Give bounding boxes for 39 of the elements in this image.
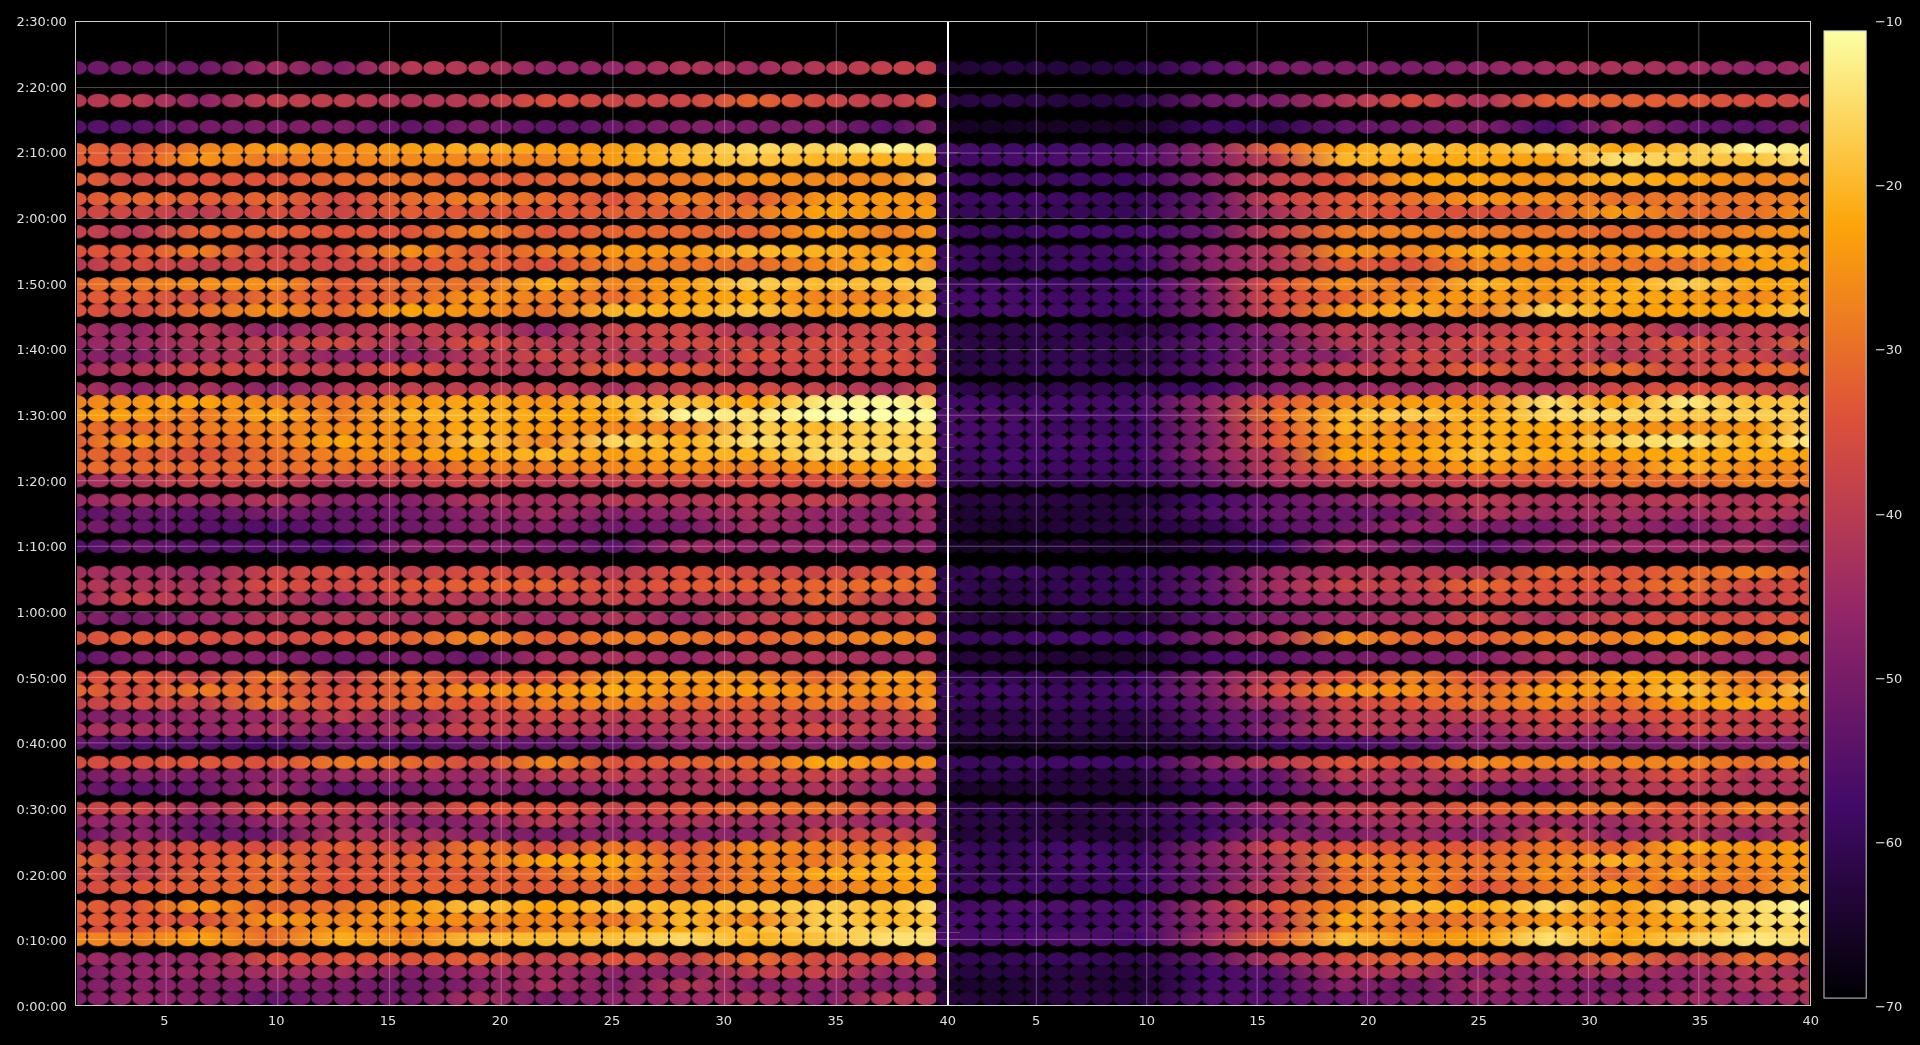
y-tick-label: 1:00:00 — [16, 605, 67, 619]
x-tick-label: 40 — [939, 1014, 956, 1027]
colorbar-tick-label: −40 — [1874, 507, 1903, 520]
y-tick-label: 0:10:00 — [16, 933, 67, 947]
y-tick-label: 1:40:00 — [16, 342, 67, 356]
y-tick-label: 1:50:00 — [16, 277, 67, 291]
x-tick-label: 25 — [1470, 1014, 1488, 1027]
y-tick-label: 0:50:00 — [16, 671, 67, 685]
x-tick-label: 10 — [1138, 1014, 1156, 1027]
y-tick-label: 1:20:00 — [16, 474, 67, 488]
x-tick-label: 25 — [603, 1014, 621, 1027]
y-tick-label: 0:00:00 — [16, 999, 67, 1013]
x-tick-label: 20 — [491, 1014, 509, 1027]
colorbar-tick-label: −30 — [1874, 342, 1903, 356]
y-tick-label: 1:30:00 — [16, 408, 67, 422]
colorbar-tick-label: −60 — [1874, 835, 1903, 849]
colorbar-tick-label: −70 — [1874, 999, 1903, 1013]
y-tick-label: 0:40:00 — [16, 736, 67, 750]
x-tick-label: 10 — [267, 1014, 285, 1027]
x-tick-label: 15 — [379, 1014, 397, 1027]
x-tick-label: 35 — [1691, 1014, 1709, 1027]
x-tick-label: 15 — [1249, 1014, 1266, 1027]
x-tick-label: 35 — [827, 1014, 845, 1027]
y-tick-label: 2:00:00 — [16, 211, 67, 225]
x-tick-label: 30 — [1581, 1014, 1598, 1027]
y-tick-label: 2:20:00 — [16, 80, 67, 94]
x-tick-label: 20 — [1359, 1014, 1377, 1027]
y-tick-label: 0:20:00 — [16, 868, 67, 882]
colorbar-tick-label: −20 — [1874, 178, 1903, 192]
x-tick-label: 5 — [1032, 1014, 1041, 1027]
y-tick-label: 1:10:00 — [16, 539, 67, 553]
y-tick-label: 2:10:00 — [16, 145, 67, 159]
x-tick-label: 5 — [160, 1014, 169, 1027]
y-tick-label: 0:30:00 — [16, 802, 67, 816]
x-tick-label: 30 — [715, 1014, 733, 1027]
colorbar-tick-label: −50 — [1874, 671, 1903, 685]
y-tick-label: 2:30:00 — [16, 14, 67, 28]
colorbar-tick-label: −10 — [1874, 14, 1903, 28]
x-tick-label: 40 — [1802, 1014, 1819, 1027]
